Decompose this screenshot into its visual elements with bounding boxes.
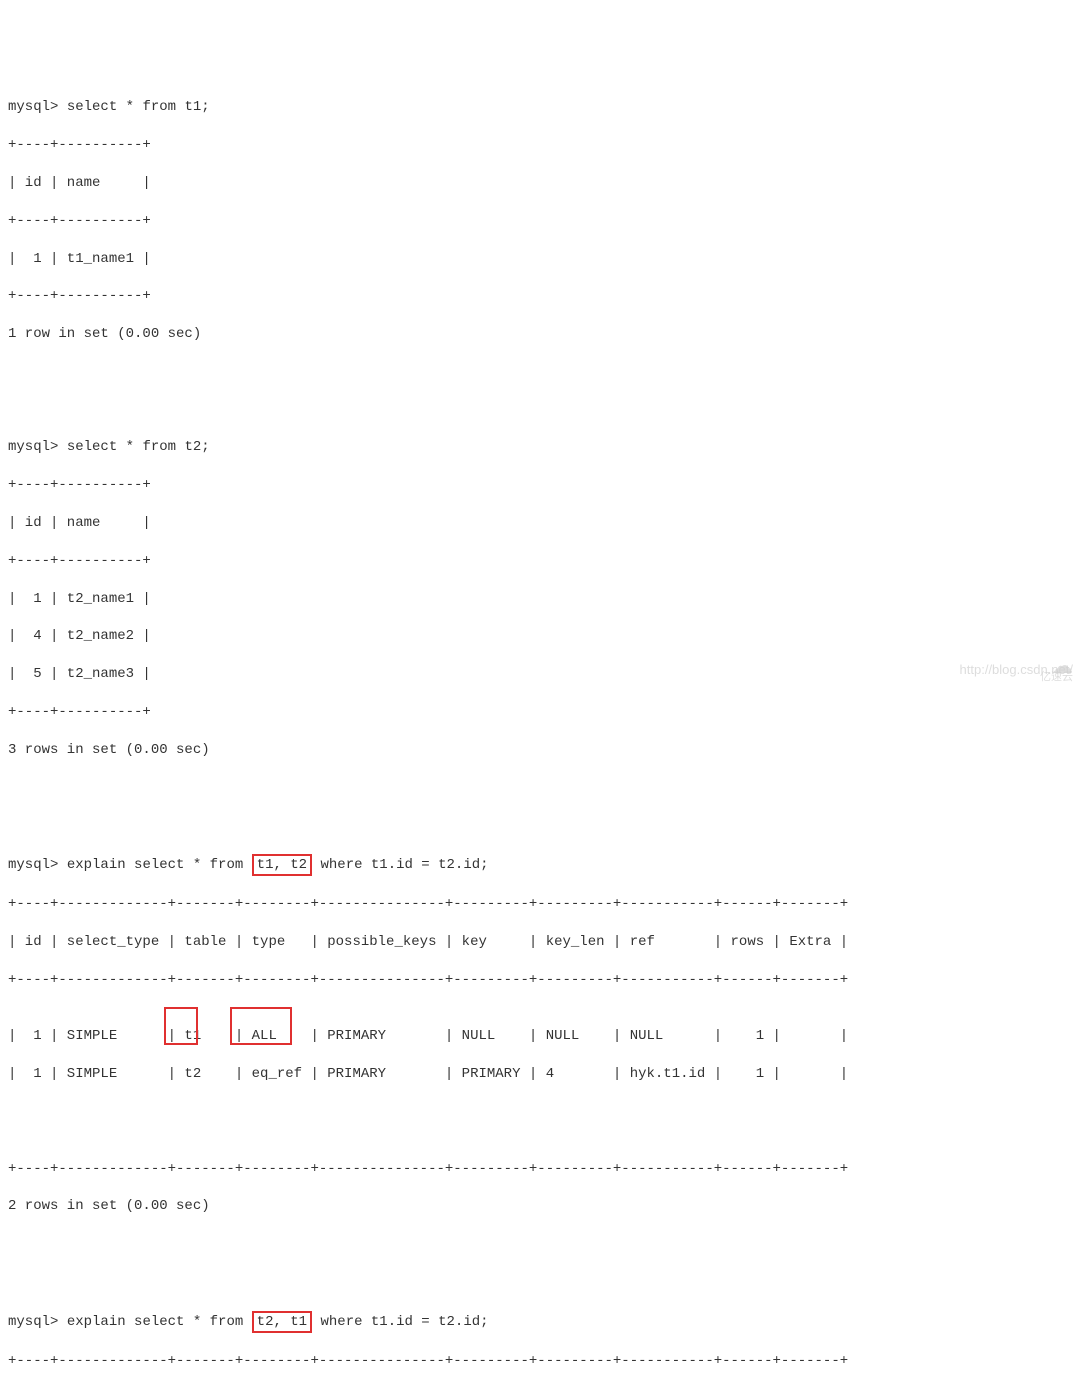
terminal-line: mysql> select * from t1;	[8, 98, 1083, 117]
table-sep: +----+-------------+-------+--------+---…	[8, 1352, 1083, 1371]
terminal-line: mysql> select * from t2;	[8, 438, 1083, 457]
blank-line	[8, 1235, 1083, 1254]
highlight-box-table	[164, 1007, 198, 1045]
table-row: | 5 | t2_name3 |	[8, 665, 1083, 684]
table-sep: +----+-------------+-------+--------+---…	[8, 971, 1083, 990]
blank-line	[8, 779, 1083, 798]
explain-rows-block: | 1 | SIMPLE | t1 | ALL | PRIMARY | NULL…	[8, 1009, 1083, 1141]
terminal-line: mysql> explain select * from t2, t1 wher…	[8, 1311, 1083, 1333]
sql-command: select * from t2;	[67, 439, 210, 455]
table-sep: +----+----------+	[8, 287, 1083, 306]
table-row: | 1 | t1_name1 |	[8, 250, 1083, 269]
sql-post: where t1.id = t2.id;	[312, 857, 488, 873]
table-sep: +----+----------+	[8, 552, 1083, 571]
table-sep: +----+----------+	[8, 476, 1083, 495]
table-header: | id | select_type | table | type | poss…	[8, 933, 1083, 952]
result-footer: 1 row in set (0.00 sec)	[8, 325, 1083, 344]
table-sep: +----+-------------+-------+--------+---…	[8, 1160, 1083, 1179]
table-header: | id | name |	[8, 174, 1083, 193]
terminal-line: mysql> explain select * from t1, t2 wher…	[8, 854, 1083, 876]
mysql-prompt: mysql>	[8, 99, 58, 115]
table-sep: +----+----------+	[8, 212, 1083, 231]
table-row: | 1 | t2_name1 |	[8, 590, 1083, 609]
result-footer: 3 rows in set (0.00 sec)	[8, 741, 1083, 760]
mysql-prompt: mysql>	[8, 439, 58, 455]
sql-command: select * from t1;	[67, 99, 210, 115]
table-header: | id | name |	[8, 514, 1083, 533]
result-footer: 2 rows in set (0.00 sec)	[8, 1197, 1083, 1216]
sql-pre: explain select * from	[67, 857, 252, 873]
highlight-box: t1, t2	[252, 854, 312, 876]
highlight-box: t2, t1	[252, 1311, 312, 1333]
mysql-prompt: mysql>	[8, 857, 58, 873]
blank-line	[8, 363, 1083, 382]
table-sep: +----+-------------+-------+--------+---…	[8, 895, 1083, 914]
table-row: | 1 | SIMPLE | t2 | eq_ref | PRIMARY | P…	[8, 1065, 1083, 1084]
table-sep: +----+----------+	[8, 703, 1083, 722]
sql-pre: explain select * from	[67, 1314, 252, 1330]
highlight-box-type	[230, 1007, 292, 1045]
sql-post: where t1.id = t2.id;	[312, 1314, 488, 1330]
table-sep: +----+----------+	[8, 136, 1083, 155]
mysql-prompt: mysql>	[8, 1314, 58, 1330]
table-row: | 4 | t2_name2 |	[8, 627, 1083, 646]
